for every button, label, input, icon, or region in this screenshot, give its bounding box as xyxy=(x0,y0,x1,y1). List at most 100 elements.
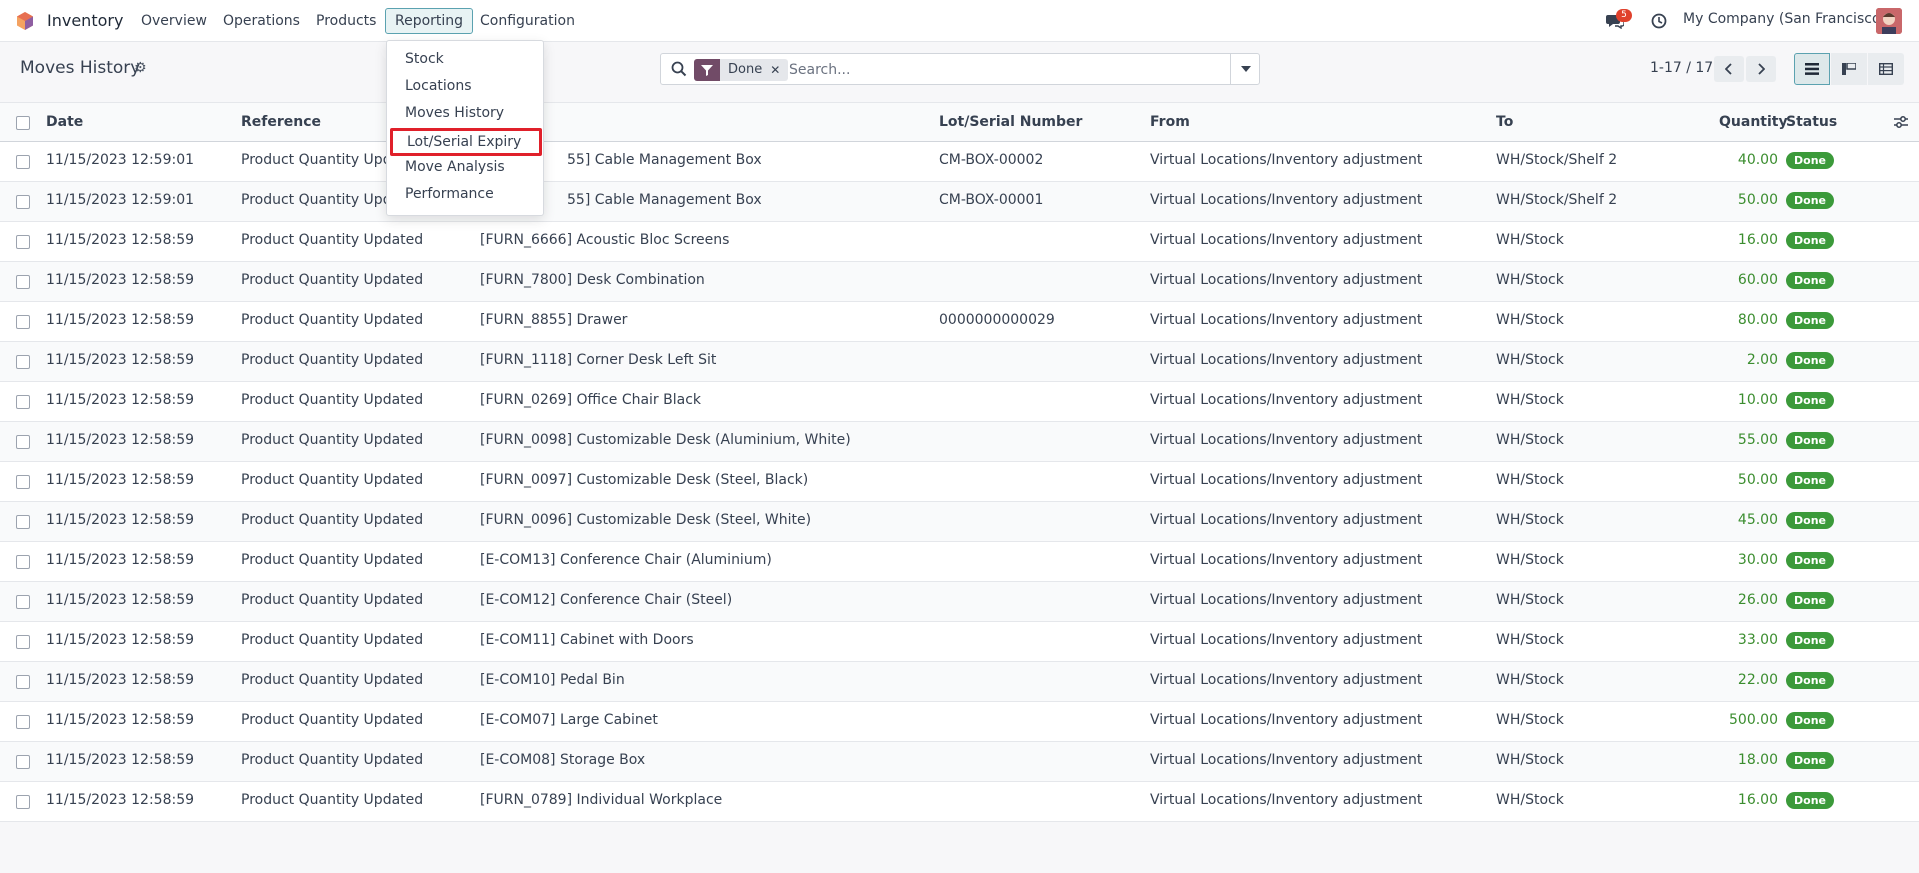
cell-date: 11/15/2023 12:58:59 xyxy=(46,752,195,768)
pivot-view-button[interactable] xyxy=(1868,53,1904,85)
facet-remove-icon[interactable]: ✕ xyxy=(770,59,789,81)
cell-to: WH/Stock xyxy=(1496,632,1564,648)
table-row[interactable]: 11/15/2023 12:58:59 Product Quantity Upda… xyxy=(0,622,1919,662)
row-checkbox[interactable] xyxy=(16,755,30,769)
row-checkbox[interactable] xyxy=(16,715,30,729)
table-row[interactable]: 11/15/2023 12:58:59 Product Quantity Upda… xyxy=(0,302,1919,342)
activity-clock-icon[interactable] xyxy=(1651,13,1667,29)
menu-item-performance[interactable]: Performance xyxy=(405,186,494,202)
cell-quantity: 26.00 xyxy=(1737,592,1778,608)
status-badge: Done xyxy=(1786,552,1834,569)
table-row[interactable]: 11/15/2023 12:58:59 Product Quantity Upda… xyxy=(0,542,1919,582)
row-checkbox[interactable] xyxy=(16,275,30,289)
cell-reference: Product Quantity Updated xyxy=(241,232,424,248)
user-avatar[interactable] xyxy=(1876,8,1902,34)
cell-date: 11/15/2023 12:59:01 xyxy=(46,192,195,208)
row-checkbox[interactable] xyxy=(16,435,30,449)
cell-reference: Product Quantity Updated xyxy=(241,672,424,688)
gear-icon[interactable]: ⚙ xyxy=(134,60,147,76)
column-header-to[interactable]: To xyxy=(1496,114,1513,130)
menu-products[interactable]: Products xyxy=(316,13,376,29)
table-row[interactable]: 11/15/2023 12:58:59 Product Quantity Upda… xyxy=(0,582,1919,622)
row-checkbox[interactable] xyxy=(16,355,30,369)
status-badge: Done xyxy=(1786,272,1834,289)
row-checkbox[interactable] xyxy=(16,595,30,609)
table-row[interactable]: 11/15/2023 12:58:59 Product Quantity Upda… xyxy=(0,502,1919,542)
row-checkbox[interactable] xyxy=(16,555,30,569)
row-checkbox[interactable] xyxy=(16,795,30,809)
row-checkbox[interactable] xyxy=(16,475,30,489)
column-header-quantity[interactable]: Quantity xyxy=(1719,114,1788,130)
table-row[interactable]: 11/15/2023 12:58:59 Product Quantity Upda… xyxy=(0,782,1919,822)
company-switcher[interactable]: My Company (San Francisco) xyxy=(1683,11,1886,27)
cell-quantity: 30.00 xyxy=(1737,552,1778,568)
cell-to: WH/Stock xyxy=(1496,432,1564,448)
menu-configuration[interactable]: Configuration xyxy=(480,13,575,29)
table-header: Date Reference Lot/Serial Number From To… xyxy=(0,102,1919,142)
row-checkbox[interactable] xyxy=(16,315,30,329)
menu-item-lot-serial-expiry[interactable]: Lot/Serial Expiry xyxy=(390,128,542,156)
row-checkbox[interactable] xyxy=(16,195,30,209)
menu-item-locations[interactable]: Locations xyxy=(405,78,472,94)
column-header-status[interactable]: Status xyxy=(1786,114,1837,130)
cell-quantity: 60.00 xyxy=(1737,272,1778,288)
row-checkbox[interactable] xyxy=(16,515,30,529)
table-row[interactable]: 11/15/2023 12:58:59 Product Quantity Upda… xyxy=(0,382,1919,422)
list-view-button[interactable] xyxy=(1794,53,1830,85)
table-row[interactable]: 11/15/2023 12:58:59 Product Quantity Upda… xyxy=(0,662,1919,702)
cell-product: [FURN_0269] Office Chair Black xyxy=(480,392,702,408)
cell-date: 11/15/2023 12:58:59 xyxy=(46,472,195,488)
menu-item-moves-history[interactable]: Moves History xyxy=(405,105,504,121)
column-header-reference[interactable]: Reference xyxy=(241,114,321,130)
menu-item-stock[interactable]: Stock xyxy=(405,51,444,67)
table-row[interactable]: 11/15/2023 12:58:59 Product Quantity Upda… xyxy=(0,462,1919,502)
kanban-view-button[interactable] xyxy=(1831,53,1867,85)
row-checkbox[interactable] xyxy=(16,235,30,249)
app-logo-icon[interactable] xyxy=(16,12,34,30)
search-options-toggle[interactable] xyxy=(1230,53,1260,85)
column-header-lot-serial[interactable]: Lot/Serial Number xyxy=(939,114,1082,130)
menu-item-move-analysis[interactable]: Move Analysis xyxy=(405,159,505,175)
table-row[interactable]: 11/15/2023 12:58:59 Product Quantity Upda… xyxy=(0,742,1919,782)
filter-facet[interactable]: Done ✕ xyxy=(694,59,789,81)
table-row[interactable]: 11/15/2023 12:59:01 Product Quantity Upda… xyxy=(0,142,1919,182)
select-all-checkbox[interactable] xyxy=(16,116,30,130)
table-row[interactable]: 11/15/2023 12:58:59 Product Quantity Upda… xyxy=(0,422,1919,462)
pager-value[interactable]: 1-17 / 17 xyxy=(1650,60,1713,76)
cell-from: Virtual Locations/Inventory adjustment xyxy=(1150,432,1423,448)
table-row[interactable]: 11/15/2023 12:58:59 Product Quantity Upda… xyxy=(0,222,1919,262)
column-header-date[interactable]: Date xyxy=(46,114,83,130)
row-checkbox[interactable] xyxy=(16,155,30,169)
cell-from: Virtual Locations/Inventory adjustment xyxy=(1150,232,1423,248)
menu-reporting[interactable]: Reporting xyxy=(385,8,474,34)
status-badge: Done xyxy=(1786,352,1834,369)
row-checkbox[interactable] xyxy=(16,675,30,689)
column-header-from[interactable]: From xyxy=(1150,114,1190,130)
table-row[interactable]: 11/15/2023 12:58:59 Product Quantity Upda… xyxy=(0,702,1919,742)
table-row[interactable]: 11/15/2023 12:58:59 Product Quantity Upda… xyxy=(0,342,1919,382)
pager-next-button[interactable] xyxy=(1746,56,1776,82)
menu-overview[interactable]: Overview xyxy=(141,13,207,29)
status-badge: Done xyxy=(1786,392,1834,409)
search-icon[interactable] xyxy=(671,61,687,77)
search-input[interactable] xyxy=(789,60,1189,80)
cell-date: 11/15/2023 12:58:59 xyxy=(46,672,195,688)
app-name[interactable]: Inventory xyxy=(47,11,123,30)
filter-icon xyxy=(694,59,720,81)
table-row[interactable]: 11/15/2023 12:58:59 Product Quantity Upda… xyxy=(0,262,1919,302)
cell-date: 11/15/2023 12:58:59 xyxy=(46,432,195,448)
table-row[interactable]: 11/15/2023 12:59:01 Product Quantity Upda… xyxy=(0,182,1919,222)
cell-to: WH/Stock xyxy=(1496,592,1564,608)
search-bar[interactable]: Done ✕ xyxy=(660,53,1260,85)
row-checkbox[interactable] xyxy=(16,395,30,409)
optional-columns-icon[interactable] xyxy=(1894,115,1908,129)
cell-to: WH/Stock xyxy=(1496,392,1564,408)
row-checkbox[interactable] xyxy=(16,635,30,649)
cell-date: 11/15/2023 12:59:01 xyxy=(46,152,195,168)
status-badge: Done xyxy=(1786,592,1834,609)
menu-operations[interactable]: Operations xyxy=(223,13,300,29)
cell-reference: Product Quantity Updated xyxy=(241,352,424,368)
cell-date: 11/15/2023 12:58:59 xyxy=(46,792,195,808)
cell-product: [E-COM11] Cabinet with Doors xyxy=(480,632,694,648)
pager-previous-button[interactable] xyxy=(1714,56,1744,82)
